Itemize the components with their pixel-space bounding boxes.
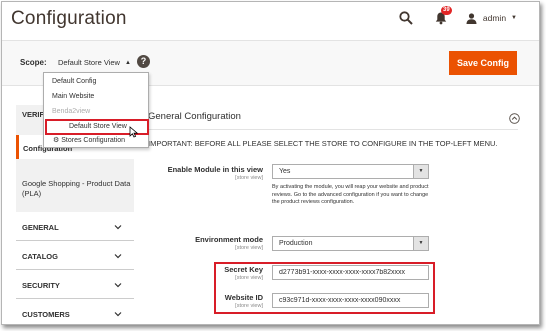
sidebar-section-label: CUSTOMERS bbox=[22, 310, 70, 319]
scope-switcher[interactable]: Default Store View ▲ bbox=[54, 56, 135, 69]
field-note: By activating the module, you will reap … bbox=[272, 184, 429, 205]
important-notice: IMPORTANT: BEFORE ALL PLEASE SELECT THE … bbox=[148, 139, 498, 148]
header-actions: 39 admin ▼ bbox=[399, 6, 517, 26]
chevron-down-icon: ▼ bbox=[413, 237, 428, 250]
user-icon bbox=[466, 12, 477, 24]
config-content: General Configuration IMPORTANT: BEFORE … bbox=[148, 105, 528, 324]
field-label: Secret Key bbox=[224, 265, 263, 274]
chevron-down-icon bbox=[114, 223, 122, 231]
chevron-down-icon bbox=[114, 252, 122, 260]
field-label: Enable Module in this view bbox=[167, 165, 263, 174]
collapse-section-icon[interactable] bbox=[509, 111, 520, 124]
chevron-down-icon: ▼ bbox=[511, 15, 517, 21]
field-label: Website ID bbox=[224, 293, 263, 302]
chevron-down-icon: ▼ bbox=[413, 165, 428, 178]
search-icon[interactable] bbox=[399, 11, 413, 25]
enable-module-select[interactable]: Yes ▼ bbox=[272, 164, 429, 179]
sidebar-section-label: GENERAL bbox=[22, 223, 59, 232]
environment-mode-select[interactable]: Production ▼ bbox=[272, 236, 429, 251]
sidebar-section-customers[interactable]: CUSTOMERS bbox=[16, 299, 134, 324]
field-scope: [store view] bbox=[235, 245, 263, 251]
app-window: Configuration 39 admin ▼ Scope: Default … bbox=[1, 1, 540, 325]
field-scope: [store view] bbox=[235, 175, 263, 181]
caret-up-icon: ▲ bbox=[124, 59, 131, 66]
notification-count-badge: 39 bbox=[440, 6, 452, 15]
notifications-bell-icon[interactable]: 39 bbox=[434, 6, 452, 25]
website-id-input[interactable] bbox=[272, 293, 429, 308]
mouse-cursor-icon bbox=[129, 125, 139, 138]
chevron-down-icon bbox=[114, 281, 122, 289]
scope-option-group: Benda2view bbox=[52, 108, 91, 115]
sidebar-section-label: CATALOG bbox=[22, 252, 58, 261]
sidebar-item-google-shopping[interactable]: Google Shopping - Product Data (PLA) bbox=[16, 159, 134, 212]
save-config-button[interactable]: Save Config bbox=[449, 51, 517, 75]
scope-selected-value: Default Store View bbox=[58, 58, 120, 67]
chevron-down-icon bbox=[114, 310, 122, 318]
select-value: Yes bbox=[279, 168, 291, 175]
sidebar-section-security[interactable]: SECURITY bbox=[16, 270, 134, 299]
stores-configuration-label: Stores Configuration bbox=[61, 137, 126, 144]
help-icon[interactable]: ? bbox=[137, 55, 150, 68]
gear-icon: ⚙ bbox=[53, 137, 60, 144]
field-scope: [store view] bbox=[235, 303, 263, 309]
user-menu[interactable]: admin ▼ bbox=[466, 12, 517, 24]
section-divider bbox=[148, 129, 518, 130]
scope-option-default-config[interactable]: Default Config bbox=[44, 76, 148, 88]
sidebar-section-general[interactable]: GENERAL bbox=[16, 212, 134, 241]
field-scope: [store view] bbox=[235, 275, 263, 281]
sidebar-section-catalog[interactable]: CATALOG bbox=[16, 241, 134, 270]
page-title: Configuration bbox=[11, 8, 127, 29]
section-title[interactable]: General Configuration bbox=[148, 111, 241, 122]
user-name: admin bbox=[482, 13, 507, 23]
sidebar-item-label: Google Shopping - Product Data (PLA) bbox=[22, 179, 131, 198]
sidebar-section-label: SECURITY bbox=[22, 281, 60, 290]
scope-label: Scope: bbox=[20, 58, 47, 67]
secret-key-input[interactable] bbox=[272, 265, 429, 280]
scope-option-main-website[interactable]: Main Website bbox=[44, 91, 148, 103]
select-value: Production bbox=[279, 240, 313, 247]
field-label: Environment mode bbox=[195, 235, 263, 244]
